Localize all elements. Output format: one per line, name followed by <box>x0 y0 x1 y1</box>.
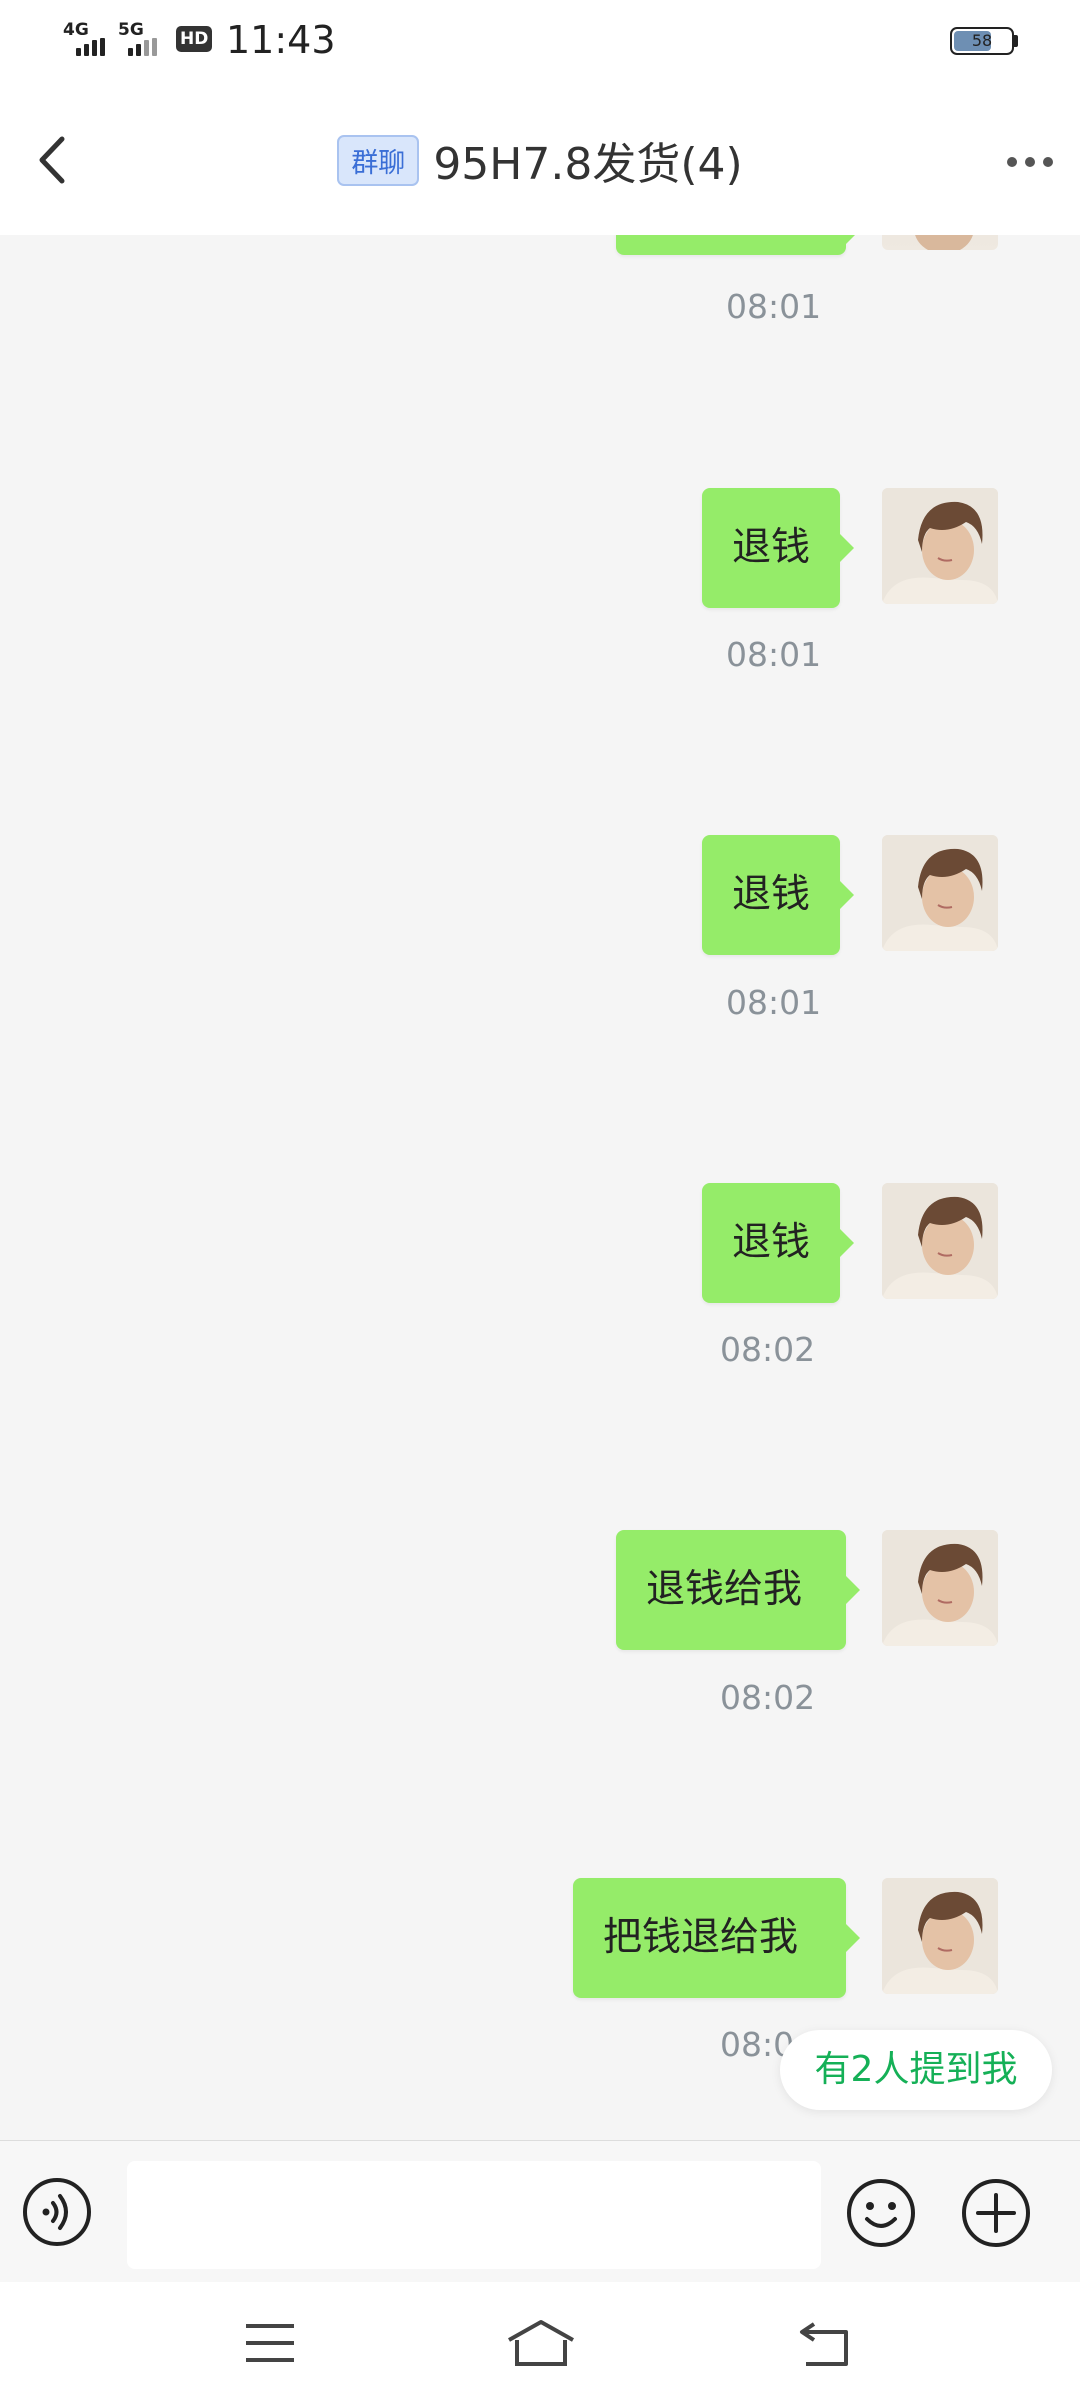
avatar[interactable] <box>882 1878 998 1994</box>
status-time: 11:43 <box>226 18 336 62</box>
battery-level: 58 <box>971 31 993 50</box>
avatar-image <box>915 235 973 250</box>
battery-nub <box>1014 35 1018 47</box>
home-button[interactable] <box>505 2318 577 2368</box>
message-time: 08:02 <box>720 1330 816 1369</box>
chat-title: 群聊 95H7.8发货(4) <box>0 128 1080 192</box>
signal-icon <box>76 38 105 56</box>
battery-icon: 58 <box>950 27 1014 55</box>
signal-icon-2 <box>128 38 157 56</box>
message-bubble[interactable] <box>616 235 860 255</box>
message-bubble[interactable]: 退钱 <box>702 488 855 608</box>
message-bubble[interactable]: 退钱 <box>702 1183 855 1303</box>
menu-icon <box>246 2324 294 2362</box>
avatar-image <box>882 1530 998 1646</box>
plus-icon <box>962 2179 1030 2247</box>
emoji-button[interactable] <box>845 2177 917 2249</box>
network-label-5g: 5G <box>118 20 144 40</box>
status-bar: 4G 5G HD 11:43 58 <box>0 0 1080 80</box>
message-time: 08:01 <box>726 983 822 1022</box>
message-bubble[interactable]: 退钱给我 <box>616 1530 860 1650</box>
avatar[interactable] <box>882 235 998 250</box>
avatar[interactable] <box>882 1530 998 1646</box>
avatar-image <box>882 1183 998 1299</box>
mention-banner[interactable]: 有2人提到我 <box>780 2030 1052 2110</box>
back-arrow-icon <box>800 2322 848 2366</box>
more-actions-button[interactable] <box>960 2177 1032 2249</box>
message-bubble[interactable]: 把钱退给我 <box>573 1878 860 1998</box>
message-time: 08:01 <box>726 287 822 326</box>
avatar[interactable] <box>882 488 998 604</box>
chat-screen: 4G 5G HD 11:43 58 群聊 95H7.8发货(4) 08:01 退… <box>0 0 1080 2408</box>
recent-apps-button[interactable] <box>244 2320 296 2366</box>
more-dots-icon <box>1007 157 1053 167</box>
avatar-image <box>882 1878 998 1994</box>
network-label-4g: 4G <box>63 20 89 40</box>
group-chat-tag: 群聊 <box>337 134 420 186</box>
avatar[interactable] <box>882 835 998 951</box>
hd-icon: HD <box>176 26 213 52</box>
message-bubble[interactable]: 退钱 <box>702 835 855 955</box>
home-icon <box>508 2320 574 2366</box>
input-bar <box>0 2140 1080 2283</box>
avatar-image <box>882 835 998 951</box>
voice-icon <box>23 2178 91 2246</box>
avatar[interactable] <box>882 1183 998 1299</box>
message-time: 08:01 <box>726 635 822 674</box>
message-list: 08:01 退钱 08:01 退钱 08:01 退钱 08:02 退钱给我 08… <box>0 235 1080 2140</box>
message-input[interactable] <box>127 2161 821 2269</box>
avatar-image <box>882 488 998 604</box>
system-nav-bar <box>0 2282 1080 2408</box>
page-title: 95H7.8发货(4) <box>433 139 743 190</box>
system-back-button[interactable] <box>796 2318 852 2368</box>
smiley-icon <box>847 2179 915 2247</box>
voice-button[interactable] <box>22 2177 92 2247</box>
message-time: 08:02 <box>720 1678 816 1717</box>
more-button[interactable] <box>1005 152 1055 172</box>
chat-header: 群聊 95H7.8发货(4) <box>0 80 1080 235</box>
